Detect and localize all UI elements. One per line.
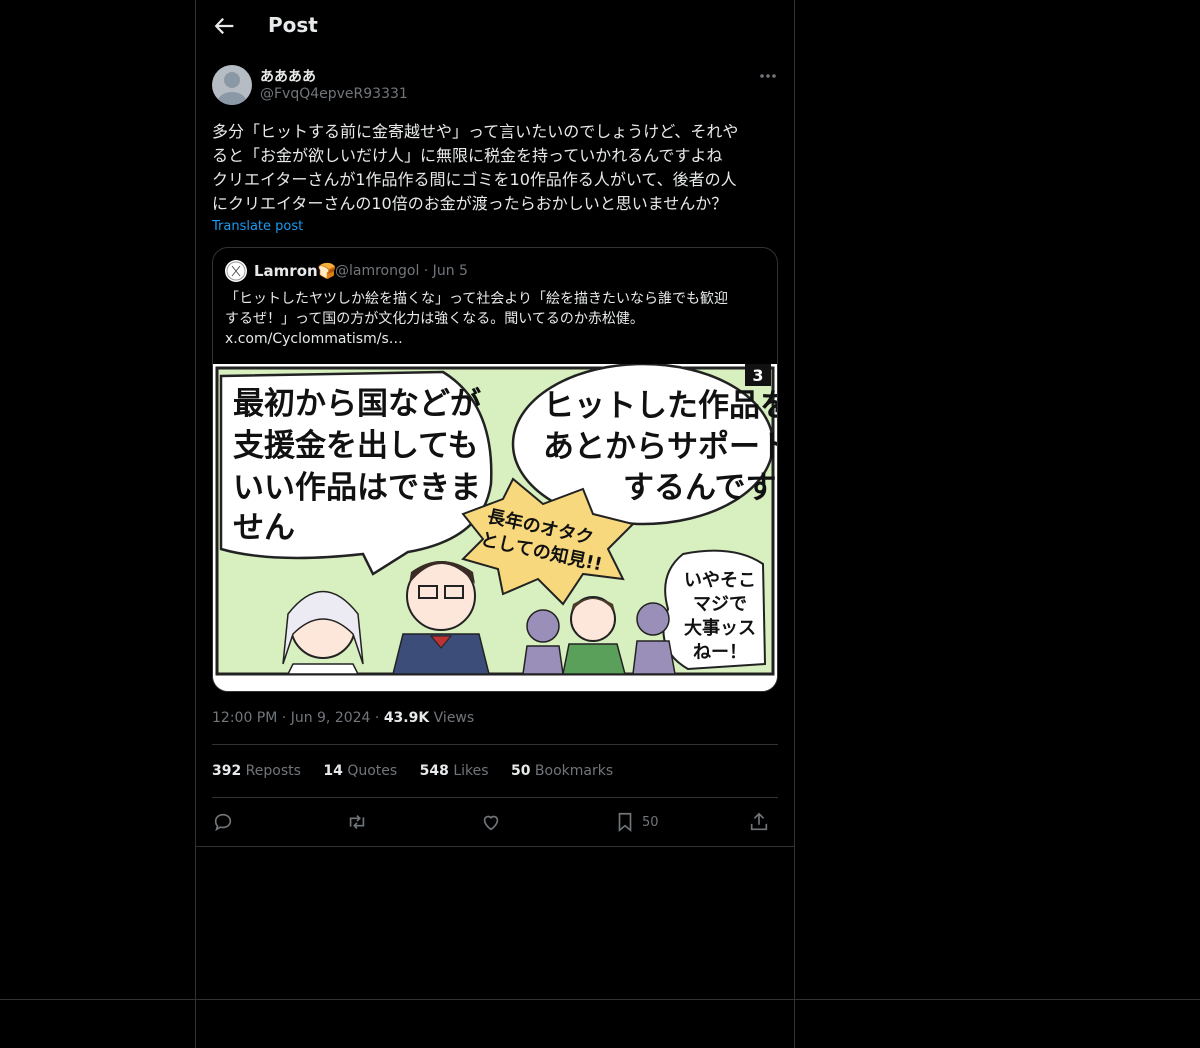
- likes-count: 548: [419, 763, 449, 779]
- bookmark-button[interactable]: 50: [614, 810, 659, 834]
- post-date[interactable]: Jun 9, 2024: [291, 710, 371, 726]
- quote-link[interactable]: x.com/Cyclommatism/s…: [225, 329, 767, 349]
- likes-label: Likes: [448, 763, 489, 779]
- author-name[interactable]: ああああ: [260, 66, 316, 86]
- post-stats: 392 Reposts 14 Quotes 548 Likes 50 Bookm…: [212, 763, 631, 779]
- left-column-border: [195, 0, 196, 1048]
- right-column-border: [794, 0, 795, 1048]
- manga-text: 支援金を出しても: [233, 428, 479, 464]
- manga-panel: 3 最初から国などが 支援金を出しても いい作品はできま せん ヒットした作品を…: [213, 362, 777, 691]
- more-icon: [760, 74, 776, 78]
- more-button[interactable]: [758, 66, 778, 86]
- repost-button[interactable]: [346, 810, 368, 834]
- views-label: Views: [429, 710, 475, 726]
- like-icon: [483, 815, 499, 831]
- manga-text: 大事ッス: [684, 617, 756, 639]
- page-title: Post: [268, 13, 318, 37]
- reposts-stat[interactable]: 392 Reposts: [212, 763, 301, 779]
- bottom-divider: [0, 999, 1200, 1000]
- post-text-line: クリエイターさんが1作品作る間にゴミを10作品作る人がいて、後者の人: [212, 170, 737, 189]
- bookmarks-label: Bookmarks: [530, 763, 614, 779]
- post-text-line: にクリエイターさんの10倍のお金が渡ったらおかしいと思いませんか？: [212, 194, 728, 213]
- quote-avatar: [225, 260, 247, 282]
- likes-stat[interactable]: 548 Likes: [420, 763, 489, 779]
- quoted-post[interactable]: Lamron🍞 @lamrongol · Jun 5 「ヒットしたヤツしか絵を描…: [212, 247, 778, 692]
- like-button[interactable]: [480, 810, 502, 834]
- author-handle[interactable]: @FvqQ4epveR93331: [260, 86, 408, 102]
- post-text-line: 多分「ヒットする前に金寄越せや」って言いたいのでしょうけど、それや: [212, 122, 739, 141]
- quote-author-name-text: Lamron: [254, 262, 318, 280]
- manga-text: せん: [233, 510, 295, 546]
- separator: ·: [370, 710, 384, 726]
- manga-page-number: 3: [752, 366, 763, 385]
- manga-text: いい作品はできま: [233, 470, 481, 506]
- post-text: 多分「ヒットする前に金寄越せや」って言いたいのでしょうけど、それや ると「お金が…: [212, 120, 778, 216]
- manga-text: ねー！: [693, 642, 747, 663]
- bookmark-icon: [618, 812, 632, 833]
- repost-icon: [349, 814, 365, 830]
- reposts-label: Reposts: [241, 763, 301, 779]
- reply-button[interactable]: [212, 810, 234, 834]
- quote-text: 「ヒットしたヤツしか絵を描くな」って社会より「絵を描きたいなら誰でも歓迎 するぜ…: [225, 289, 767, 349]
- divider: [196, 846, 794, 847]
- manga-text: マジで: [693, 594, 747, 615]
- back-button[interactable]: [210, 12, 238, 40]
- manga-text: いやそこ: [684, 570, 756, 591]
- post-time[interactable]: 12:00 PM: [212, 710, 277, 726]
- action-bar: 50: [212, 810, 778, 838]
- default-avatar-icon: [217, 72, 247, 105]
- arrow-left-icon: [214, 17, 234, 35]
- quote-text-line: 「ヒットしたヤツしか絵を描くな」って社会より「絵を描きたいなら誰でも歓迎: [225, 291, 729, 307]
- bookmarks-count: 50: [510, 763, 531, 779]
- quote-author-name: Lamron🍞: [254, 262, 336, 280]
- quotes-label: Quotes: [342, 763, 398, 779]
- translate-post-link[interactable]: Translate post: [212, 219, 303, 234]
- quotes-stat[interactable]: 14 Quotes: [323, 763, 397, 779]
- share-button[interactable]: [748, 810, 770, 834]
- quote-handle-date: @lamrongol · Jun 5: [335, 263, 468, 279]
- bookmarks-stat[interactable]: 50 Bookmarks: [511, 763, 613, 779]
- manga-text: するんです: [623, 470, 776, 506]
- post-meta: 12:00 PM · Jun 9, 2024 · 43.9K Views: [212, 710, 474, 726]
- reply-icon: [214, 813, 232, 832]
- manga-text: 最初から国などが: [233, 386, 481, 422]
- share-icon: [750, 812, 768, 831]
- quotes-count: 14: [323, 763, 343, 779]
- reposts-count: 392: [212, 763, 242, 779]
- quote-manga-image[interactable]: 3 最初から国などが 支援金を出しても いい作品はできま せん ヒットした作品を…: [213, 362, 777, 691]
- manga-text: あとからサポート: [543, 429, 777, 465]
- separator: ·: [277, 710, 291, 726]
- post-text-line: ると「お金が欲しいだけ人」に無限に税金を持っていかれるんですよね: [212, 146, 723, 165]
- divider: [212, 797, 778, 798]
- avatar[interactable]: [212, 65, 252, 105]
- bookmark-count: 50: [642, 814, 659, 830]
- manga-text: ヒットした作品を: [543, 388, 777, 424]
- divider: [212, 744, 778, 745]
- bread-emoji: 🍞: [317, 262, 337, 280]
- quote-text-line: するぜ！」って国の方が文化力は強くなる。聞いてるのか赤松健。: [225, 311, 644, 327]
- views-count: 43.9K: [383, 710, 430, 726]
- header: Post: [196, 0, 794, 53]
